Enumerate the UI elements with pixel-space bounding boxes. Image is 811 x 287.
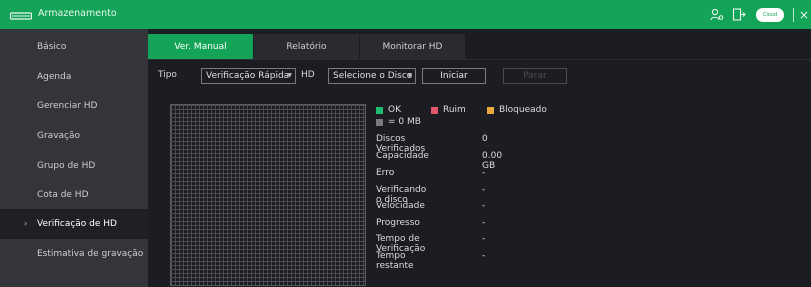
sidebar-item-agenda[interactable]: Agenda: [0, 62, 148, 92]
chevron-right-icon: ›: [24, 219, 28, 228]
ok-swatch: [376, 106, 383, 114]
sidebar-item-gerenciar-hd[interactable]: Gerenciar HD: [0, 91, 148, 121]
tipo-label: Tipo: [158, 70, 177, 80]
sidebar-item-label: Básico: [37, 42, 67, 52]
main-panel: Ver. Manual Relatório Monitorar HD Tipo …: [148, 29, 811, 287]
tab-bar: Ver. Manual Relatório Monitorar HD: [148, 34, 466, 59]
tab-monitorar-hd[interactable]: Monitorar HD: [360, 34, 465, 59]
info-key: Erro: [376, 168, 395, 178]
info-key: Velocidade: [376, 201, 425, 211]
legend-ok-label: OK: [388, 105, 401, 115]
sidebar-item-cota-de-hd[interactable]: Cota de HD: [0, 180, 148, 210]
sidebar-item-label: Gravação: [37, 131, 81, 141]
scale-swatch: [376, 118, 383, 126]
chevron-down-icon: ▼: [407, 72, 412, 79]
start-button[interactable]: Iniciar: [422, 68, 486, 84]
info-value: -: [482, 201, 486, 211]
bad-swatch: [431, 106, 438, 114]
legend-blocked: Bloqueado: [487, 105, 547, 115]
info-value: -: [482, 218, 486, 228]
info-key: Tempo restante: [376, 251, 414, 271]
sidebar-item-label: Gerenciar HD: [37, 101, 98, 111]
sidebar-item-label: Estimativa de gravação: [37, 249, 144, 259]
check-controls: Tipo Verificação Rápida ▼ HD Selecione o…: [148, 68, 811, 84]
logout-icon[interactable]: [728, 0, 750, 29]
page-title: Armazenamento: [38, 8, 117, 19]
sidebar-item-label: Cota de HD: [37, 190, 89, 200]
info-value: -: [482, 185, 486, 195]
sidebar-item-label: Verificação de HD: [37, 219, 117, 229]
info-key: Progresso: [376, 218, 420, 228]
sidebar-item-gravacao[interactable]: Gravação: [0, 121, 148, 151]
hd-value: Selecione o Disco: [333, 71, 413, 81]
tipo-select[interactable]: Verificação Rápida ▼: [201, 68, 296, 84]
info-key: Capacidade: [376, 151, 429, 161]
blocked-swatch: [487, 106, 494, 114]
sidebar-item-estimativa-de-gravacao[interactable]: Estimativa de gravação: [0, 239, 148, 269]
legend-scale: = 0 MB: [376, 117, 421, 127]
toolbar-divider: [793, 7, 794, 22]
info-value: -: [482, 168, 486, 178]
hd-select[interactable]: Selecione o Disco ▼: [328, 68, 416, 84]
hd-label: HD: [301, 70, 315, 80]
title-bar: Armazenamento Cloud ×: [0, 0, 811, 29]
sidebar-item-grupo-de-hd[interactable]: Grupo de HD: [0, 151, 148, 181]
close-glyph: ×: [798, 7, 810, 22]
info-value: 0: [482, 134, 488, 144]
legend-blocked-label: Bloqueado: [499, 105, 547, 115]
info-value: -: [482, 251, 486, 261]
legend-bad: Ruim: [431, 105, 466, 115]
legend-ok: OK: [376, 105, 401, 115]
sidebar-item-label: Grupo de HD: [37, 161, 96, 171]
storage-icon: [10, 12, 32, 20]
stop-button[interactable]: Parar: [503, 68, 567, 84]
tab-ver-manual[interactable]: Ver. Manual: [148, 34, 253, 59]
chevron-down-icon: ▼: [287, 72, 292, 79]
close-icon[interactable]: ×: [797, 0, 811, 29]
tab-divider: [148, 59, 811, 60]
disk-sector-map: [170, 104, 366, 286]
legend-bad-label: Ruim: [443, 105, 466, 115]
legend-scale-label: = 0 MB: [388, 117, 421, 127]
tipo-value: Verificação Rápida: [206, 71, 290, 81]
tab-relatorio[interactable]: Relatório: [254, 34, 359, 59]
info-value: -: [482, 234, 486, 244]
sidebar-item-label: Agenda: [37, 72, 72, 82]
sidebar: Básico Agenda Gerenciar HD Gravação Grup…: [0, 29, 148, 287]
sidebar-item-verificacao-de-hd[interactable]: › Verificação de HD: [0, 209, 148, 239]
cloud-button[interactable]: Cloud: [756, 7, 784, 22]
sidebar-item-basico[interactable]: Básico: [0, 32, 148, 62]
cloud-label: Cloud: [762, 11, 778, 18]
user-settings-icon[interactable]: [706, 0, 728, 29]
